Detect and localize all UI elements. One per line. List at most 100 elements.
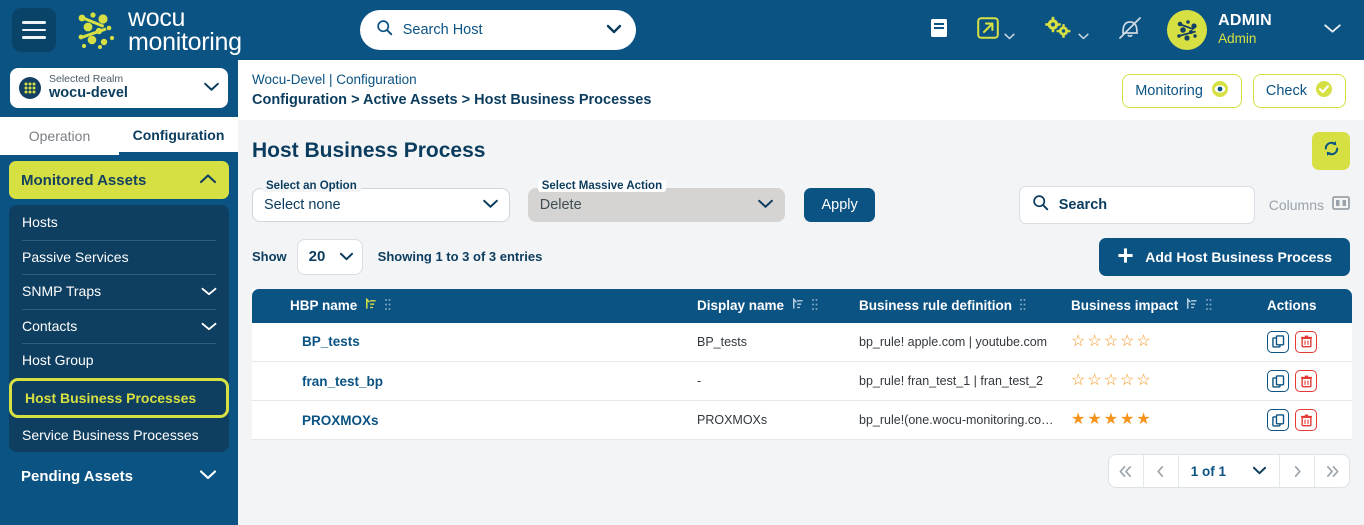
- grip-icon[interactable]: [1019, 298, 1026, 314]
- nav-group-label: Pending Assets: [21, 467, 133, 485]
- grip-icon[interactable]: [1205, 298, 1212, 314]
- display-name-cell: BP_tests: [689, 322, 851, 363]
- chevron-down-icon[interactable]: [1004, 27, 1015, 39]
- sidebar-item-label: Host Group: [22, 352, 94, 369]
- sort-asc-icon[interactable]: [364, 297, 377, 314]
- monitoring-button[interactable]: Monitoring: [1122, 74, 1242, 108]
- brand-text: wocu monitoring: [128, 3, 242, 56]
- columns-button[interactable]: Columns: [1269, 195, 1350, 214]
- tab-operation[interactable]: Operation: [0, 117, 119, 155]
- business-impact-stars: ☆☆☆☆☆: [1071, 372, 1153, 390]
- sidebar-item-host-business-processes[interactable]: Host Business Processes: [9, 377, 229, 418]
- sidebar-item-passive-services[interactable]: Passive Services: [9, 239, 229, 275]
- chevron-down-icon[interactable]: [203, 79, 220, 97]
- massive-action-select[interactable]: Delete: [527, 187, 786, 222]
- realm-selector-wrapper: Selected Realm wocu-devel: [0, 60, 238, 117]
- last-page-button[interactable]: [1315, 455, 1349, 487]
- sidebar-item-service-business-processes[interactable]: Service Business Processes: [9, 418, 229, 453]
- add-host-business-process-button[interactable]: Add Host Business Process: [1099, 237, 1350, 276]
- chevron-down-icon: [1252, 462, 1267, 480]
- business-impact-stars: ★★★★★: [1071, 411, 1153, 429]
- delete-button[interactable]: [1295, 409, 1317, 432]
- chevron-up-icon: [199, 171, 217, 189]
- table-header-row: HBP name Display name Business rule defi…: [252, 288, 1352, 323]
- sidebar-item-contacts[interactable]: Contacts: [9, 308, 229, 344]
- table-row: PROXMOXs PROXMOXs bp_rule!(one.wocu-moni…: [252, 400, 1352, 441]
- list-controls: Show 20 Showing 1 to 3 of 3 entries Add …: [252, 224, 1350, 276]
- delete-button[interactable]: [1295, 330, 1317, 353]
- massive-action-label: Select Massive Action: [537, 179, 667, 192]
- hbp-name-link[interactable]: PROXMOXs: [302, 413, 379, 428]
- duplicate-button[interactable]: [1267, 370, 1289, 393]
- realm-icon: [19, 77, 41, 99]
- filter-bar: Select an Option Select none Select Mass…: [252, 174, 1350, 224]
- sidebar-item-label: Contacts: [22, 317, 78, 334]
- sort-asc-icon[interactable]: [1185, 297, 1198, 314]
- column-header-hbp-name[interactable]: HBP name: [252, 288, 689, 323]
- delete-button[interactable]: [1295, 370, 1317, 393]
- grip-icon[interactable]: [811, 298, 818, 314]
- table-search-box[interactable]: [1018, 185, 1256, 224]
- sidebar-item-label: Passive Services: [22, 248, 129, 265]
- sidebar-tabs: Operation Configuration: [0, 117, 238, 155]
- hbp-name-link[interactable]: fran_test_bp: [302, 374, 383, 389]
- chevron-down-icon: [201, 283, 217, 299]
- brand-line-2: monitoring: [128, 28, 242, 56]
- option-select[interactable]: Select none: [252, 187, 510, 222]
- avatar: [1167, 10, 1208, 50]
- column-header-display-name[interactable]: Display name: [689, 288, 851, 323]
- chevron-down-icon: [757, 196, 774, 214]
- grip-icon[interactable]: [384, 298, 391, 314]
- external-link-button[interactable]: [963, 0, 1029, 60]
- duplicate-button[interactable]: [1267, 330, 1289, 353]
- sidebar-item-hosts[interactable]: Hosts: [9, 205, 229, 240]
- table-search-input[interactable]: [1058, 196, 1256, 213]
- external-link-icon: [977, 16, 999, 44]
- tab-configuration[interactable]: Configuration: [119, 117, 238, 155]
- realm-selector[interactable]: Selected Realm wocu-devel: [10, 68, 228, 108]
- hbp-name-link[interactable]: BP_tests: [302, 334, 360, 349]
- body-container: Selected Realm wocu-devel Operation Conf…: [0, 60, 1364, 525]
- sidebar-item-label: Host Business Processes: [25, 389, 197, 406]
- check-button[interactable]: Check: [1252, 74, 1346, 108]
- sidebar-item-snmp-traps[interactable]: SNMP Traps: [9, 274, 229, 309]
- nav-group-label: Monitored Assets: [21, 171, 147, 189]
- chevron-down-icon[interactable]: [1323, 21, 1342, 39]
- hamburger-menu-icon[interactable]: [12, 8, 56, 52]
- duplicate-button[interactable]: [1267, 409, 1289, 432]
- host-search-bar[interactable]: [359, 10, 636, 50]
- refresh-button[interactable]: [1312, 131, 1350, 170]
- show-label: Show: [252, 249, 287, 265]
- search-input[interactable]: [402, 22, 606, 38]
- brand-line-1: wocu: [128, 3, 186, 32]
- nav-group-monitored-assets[interactable]: Monitored Assets: [9, 161, 229, 199]
- next-page-button[interactable]: [1280, 455, 1314, 487]
- chevron-down-icon[interactable]: [606, 21, 622, 39]
- user-menu[interactable]: ADMIN Admin: [1167, 10, 1348, 50]
- apply-button[interactable]: Apply: [804, 187, 875, 222]
- refresh-icon: [1322, 139, 1341, 163]
- previous-page-button[interactable]: [1144, 455, 1178, 487]
- column-header-business-rule-definition[interactable]: Business rule definition: [851, 288, 1063, 323]
- column-label: Actions: [1267, 298, 1317, 314]
- chevron-down-icon: [199, 467, 217, 485]
- option-select-field: Select an Option Select none: [252, 179, 510, 222]
- table-header: HBP name Display name Business rule defi…: [252, 288, 1352, 323]
- reports-button[interactable]: [915, 0, 963, 60]
- breadcrumb-actions: Monitoring Check: [1122, 70, 1346, 108]
- sort-asc-icon[interactable]: [791, 297, 804, 314]
- top-navigation-bar: wocu monitoring Search Host ADMIN Admin: [0, 0, 1364, 60]
- settings-button[interactable]: [1029, 0, 1103, 60]
- monitoring-label: Monitoring: [1135, 83, 1203, 99]
- page-size-select[interactable]: 20: [296, 238, 363, 275]
- page-indicator-select[interactable]: 1 of 1: [1179, 462, 1279, 480]
- breadcrumb-context: Wocu-Devel | Configuration: [252, 72, 417, 87]
- data-table-wrapper: HBP name Display name Business rule defi…: [252, 288, 1352, 441]
- column-header-business-impact[interactable]: Business impact: [1063, 288, 1259, 323]
- notifications-toggle-button[interactable]: [1103, 0, 1157, 60]
- first-page-button[interactable]: [1109, 455, 1143, 487]
- nav-group-pending-assets[interactable]: Pending Assets: [9, 457, 229, 495]
- sidebar-item-host-group[interactable]: Host Group: [9, 343, 229, 378]
- column-label: Display name: [697, 298, 785, 314]
- chevron-down-icon[interactable]: [1078, 27, 1089, 39]
